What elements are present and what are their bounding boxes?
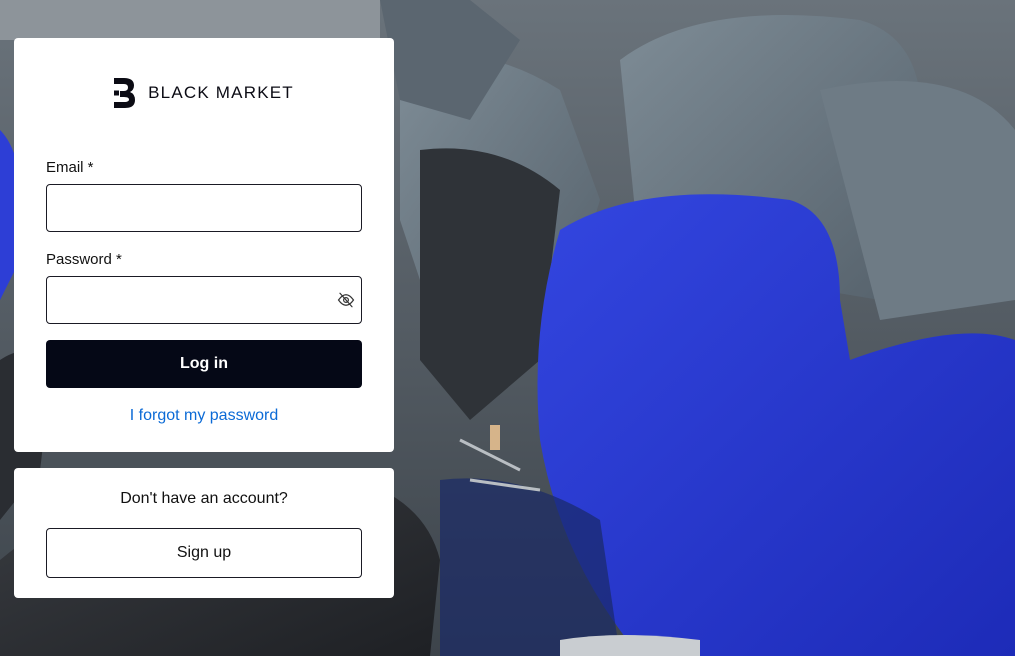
black-market-logo-icon: [114, 78, 136, 108]
brand-logo: BLACK MARKET: [14, 78, 394, 108]
forgot-password-link[interactable]: I forgot my password: [14, 407, 394, 425]
password-visibility-toggle[interactable]: [334, 288, 358, 312]
signup-prompt: Don't have an account?: [120, 490, 288, 507]
login-card: BLACK MARKET Email * Password * Log in I…: [14, 38, 394, 452]
signup-card: Don't have an account? Sign up: [14, 468, 394, 598]
password-label: Password *: [46, 251, 122, 268]
login-page: BLACK MARKET Email * Password * Log in I…: [0, 0, 1015, 656]
email-label: Email *: [46, 159, 94, 176]
email-field[interactable]: [46, 184, 362, 232]
signup-button[interactable]: Sign up: [46, 528, 362, 578]
password-field[interactable]: [46, 276, 362, 324]
eye-off-icon: [337, 292, 355, 308]
login-button[interactable]: Log in: [46, 340, 362, 388]
brand-name: BLACK MARKET: [148, 83, 294, 102]
